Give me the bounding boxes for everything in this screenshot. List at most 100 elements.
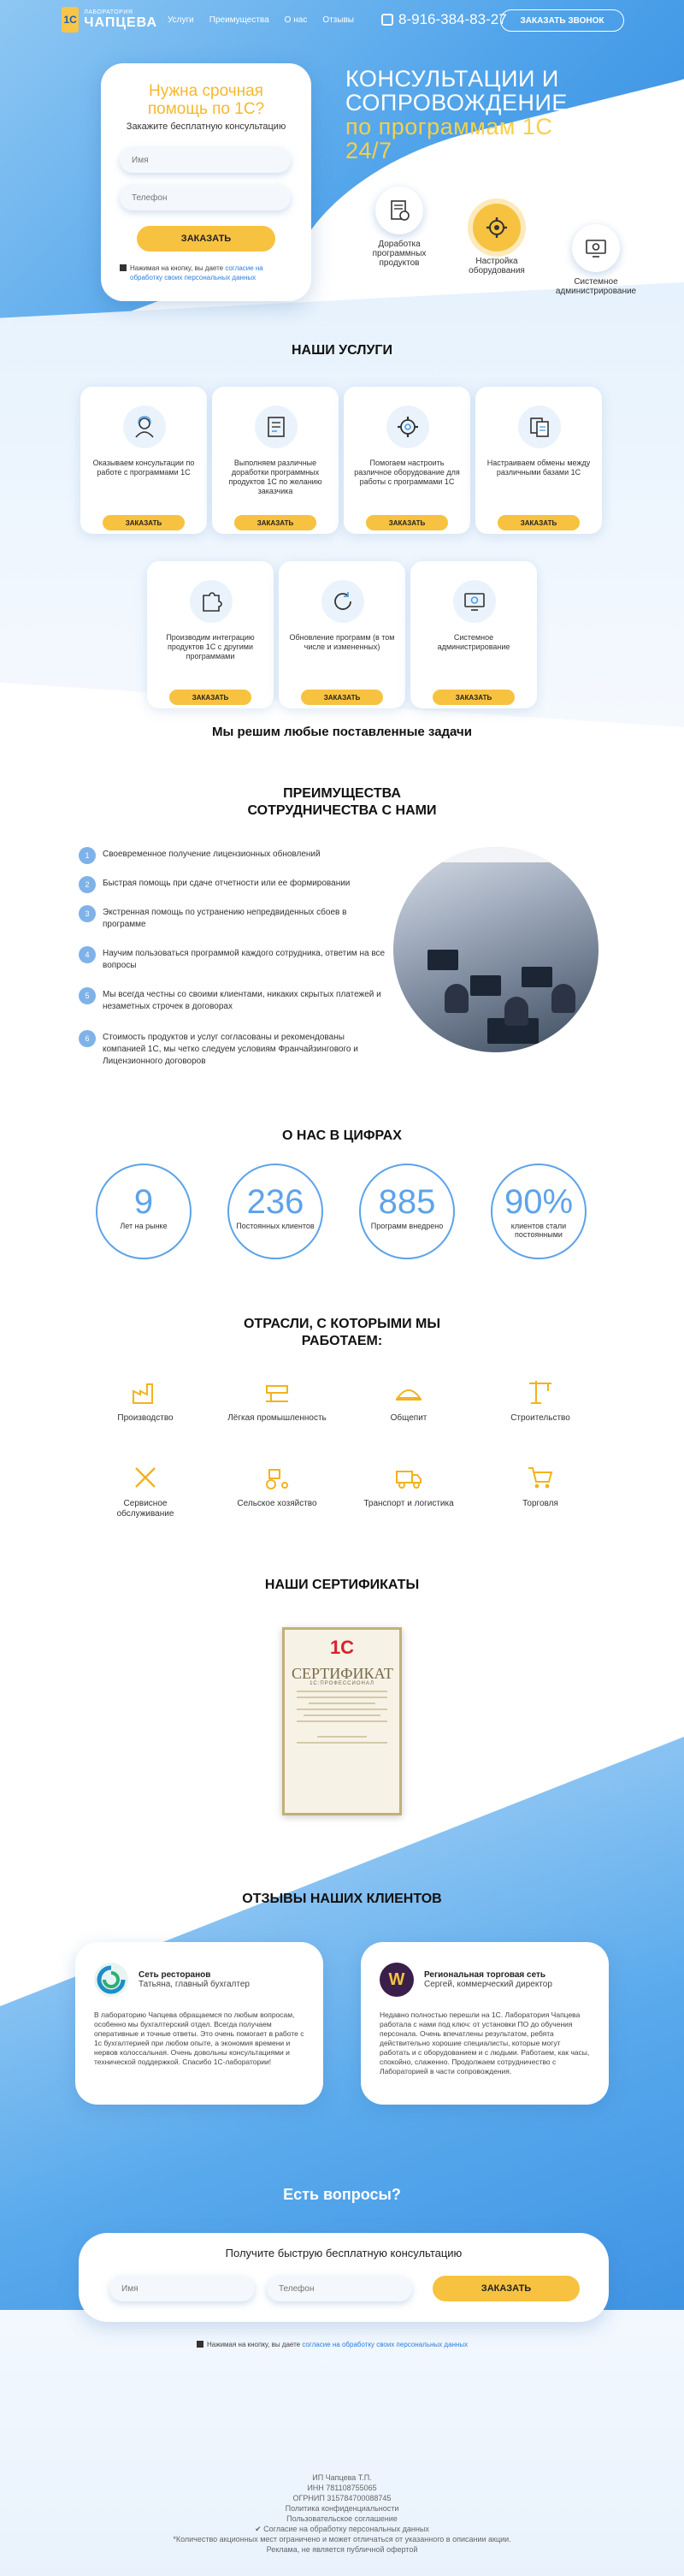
cert-line [297, 1742, 387, 1744]
advantage-text: Быстрая помощь при сдаче отчетности или … [103, 879, 351, 888]
questions-name-input[interactable] [109, 2276, 255, 2301]
footer-company: ИП Чапцева Т.П. [312, 2473, 372, 2482]
headline-yellow-1: по программам 1С [345, 114, 553, 139]
service-card-2: Выполняем различные доработки программны… [212, 387, 339, 534]
stat-value: 236 [246, 1183, 304, 1221]
consent-checkbox[interactable] [197, 2341, 203, 2348]
nav-about[interactable]: О нас [285, 15, 308, 25]
cert-logo: 1С [329, 1637, 355, 1658]
advantage-item-3: 3 Экстренная помощь по устранению непредв… [79, 905, 386, 931]
hero-card-subtitle: Закажите бесплатную консультацию [126, 121, 286, 132]
service-order-button[interactable]: ЗАКАЗАТЬ [169, 690, 251, 705]
phone-icon [381, 14, 393, 26]
service-order-button[interactable]: ЗАКАЗАТЬ [433, 690, 515, 705]
hero-feature-3: Системное администрирование [549, 224, 643, 296]
service-order-button[interactable]: ЗАКАЗАТЬ [301, 690, 383, 705]
stat-programs: 885 Программ внедрено [359, 1164, 455, 1259]
industry-3: Общепит [357, 1377, 460, 1424]
logo-text: ЛАБОРАТОРИЯ ЧАПЦЕВА [84, 9, 157, 31]
industries-title-line-2: РАБОТАЕМ: [301, 1334, 383, 1348]
nav-services[interactable]: Услуги [168, 15, 194, 25]
footer-ad-note: Реклама, не является публичной офертой [266, 2545, 418, 2554]
advantages-title: ПРЕИМУЩЕСТВА СОТРУДНИЧЕСТВА С НАМИ [0, 785, 684, 820]
logo-mark: 1С [62, 7, 80, 33]
industry-7: Транспорт и логистика [357, 1463, 460, 1509]
service-order-button[interactable]: ЗАКАЗАТЬ [498, 515, 580, 530]
service-order-button[interactable]: ЗАКАЗАТЬ [103, 515, 185, 530]
hero-phone-input[interactable] [120, 185, 291, 210]
industry-1: Производство [94, 1377, 197, 1424]
industry-label: Общепит [390, 1413, 428, 1423]
industry-label: Производство [117, 1413, 174, 1423]
advantage-number: 6 [79, 1030, 96, 1047]
consultant-icon [123, 406, 166, 448]
footer-consent-link[interactable]: ✔ Согласие на обработку персональных дан… [0, 2524, 684, 2534]
reviews-title: ОТЗЫВЫ НАШИХ КЛИЕНТОВ [242, 1892, 442, 1906]
service-card-5: Производим интеграцию продуктов 1С с дру… [147, 561, 274, 708]
nav-advantages[interactable]: Преимущества [209, 15, 269, 25]
industries-title: ОТРАСЛИ, С КОТОРЫМИ МЫ РАБОТАЕМ: [0, 1316, 684, 1350]
stat-label: клиентов стали постоянными [510, 1222, 567, 1239]
site-header: 1С ЛАБОРАТОРИЯ ЧАПЦЕВА Услуги Преимущест… [0, 0, 684, 41]
hero-feature-2: Настройка оборудования [450, 204, 544, 275]
questions-order-button[interactable]: ЗАКАЗАТЬ [433, 2276, 580, 2301]
advantage-item-1: 1 Своевременное получение лицензионных об… [79, 847, 386, 864]
stat-value: 9 [133, 1183, 154, 1221]
questions-title: Есть вопросы? [283, 2186, 401, 2203]
header-phone[interactable]: 8-916-384-83-27 [381, 11, 507, 28]
footer-agreement-link[interactable]: Пользовательское соглашение [0, 2514, 684, 2524]
review-header: W Региональная торговая сеть Сергей, ком… [380, 1963, 590, 1997]
advantage-item-6: 6 Стоимость продуктов и услуг согласованы… [79, 1030, 386, 1068]
logo-big-text: ЧАПЦЕВА [84, 15, 157, 30]
arrow-right-icon[interactable] [549, 2092, 568, 2094]
arrow-left-icon[interactable] [504, 2092, 523, 2094]
industry-label: Транспорт и логистика [363, 1499, 454, 1508]
call-request-button[interactable]: ЗАКАЗАТЬ ЗВОНОК [500, 9, 624, 32]
sewing-icon [266, 1385, 288, 1402]
footer-ogrnip: ОГРНИП 315784700088745 [292, 2494, 392, 2502]
industry-label: Сельское хозяйство [237, 1499, 317, 1508]
services-slogan: Мы решим любые поставленные задачи [212, 725, 472, 739]
site-footer: ИП Чапцева Т.П. ИНН 781108755065 ОГРНИП … [0, 2472, 684, 2555]
service-card-7: Системное администрирование ЗАКАЗАТЬ [410, 561, 537, 708]
advantage-number: 3 [79, 905, 96, 922]
stat-label: Лет на рынке [120, 1222, 168, 1230]
photo-monitor [428, 950, 458, 970]
advantage-text: Своевременное получение лицензионных обн… [103, 850, 321, 859]
consent-text: Нажимая на кнопку, вы даете согласие на … [130, 264, 292, 282]
consent-link[interactable]: согласие на обработку своих персональных… [302, 2341, 468, 2348]
service-text: Выполняем различные доработки программны… [228, 459, 322, 495]
advantage-number: 2 [79, 876, 96, 893]
retail-logo-icon: W [380, 1963, 414, 1997]
advantage-number: 5 [79, 987, 96, 1004]
cart-icon [528, 1467, 553, 1489]
hero-feature-1: Доработка программных продуктов [352, 187, 446, 268]
hero-form-card: Нужна срочная помощь по 1С? Закажите бес… [101, 63, 311, 301]
hero-name-input[interactable] [120, 147, 291, 173]
restaurant-logo-icon [94, 1963, 128, 1997]
tractor-icon [266, 1469, 288, 1489]
cert-line [317, 1736, 367, 1738]
photo-person [551, 984, 575, 1013]
footer-inn: ИНН 781108755065 [307, 2484, 377, 2492]
service-order-button[interactable]: ЗАКАЗАТЬ [234, 515, 316, 530]
hero-card-title: Нужна срочная помощь по 1С? [147, 82, 265, 118]
review-text: Недавно полностью перешли на 1С. Лаборат… [380, 2010, 590, 2076]
stat-value: 90% [504, 1183, 574, 1221]
documents-exchange-icon [518, 406, 561, 448]
nav-reviews[interactable]: Отзывы [322, 15, 354, 25]
industry-label: Торговля [522, 1499, 558, 1508]
logo[interactable]: 1С ЛАБОРАТОРИЯ ЧАПЦЕВА [62, 5, 157, 34]
service-card-4: Настраиваем обмены между различными база… [475, 387, 602, 534]
monitor-gear-icon [453, 580, 496, 623]
certificate-image[interactable]: 1С СЕРТИФИКАТ 1С:ПРОФЕССИОНАЛ [282, 1627, 402, 1815]
headline-line-1: КОНСУЛЬТАЦИИ И [345, 66, 559, 92]
industry-6: Сельское хозяйство [226, 1463, 328, 1509]
industry-label: Лёгкая промышленность [227, 1413, 327, 1423]
questions-phone-input[interactable] [267, 2276, 412, 2301]
service-order-button[interactable]: ЗАКАЗАТЬ [366, 515, 448, 530]
photo-person [445, 984, 469, 1013]
footer-privacy-link[interactable]: Политика конфиденциальности [0, 2503, 684, 2514]
hero-order-button[interactable]: ЗАКАЗАТЬ [137, 226, 275, 252]
consent-checkbox[interactable] [120, 264, 127, 271]
